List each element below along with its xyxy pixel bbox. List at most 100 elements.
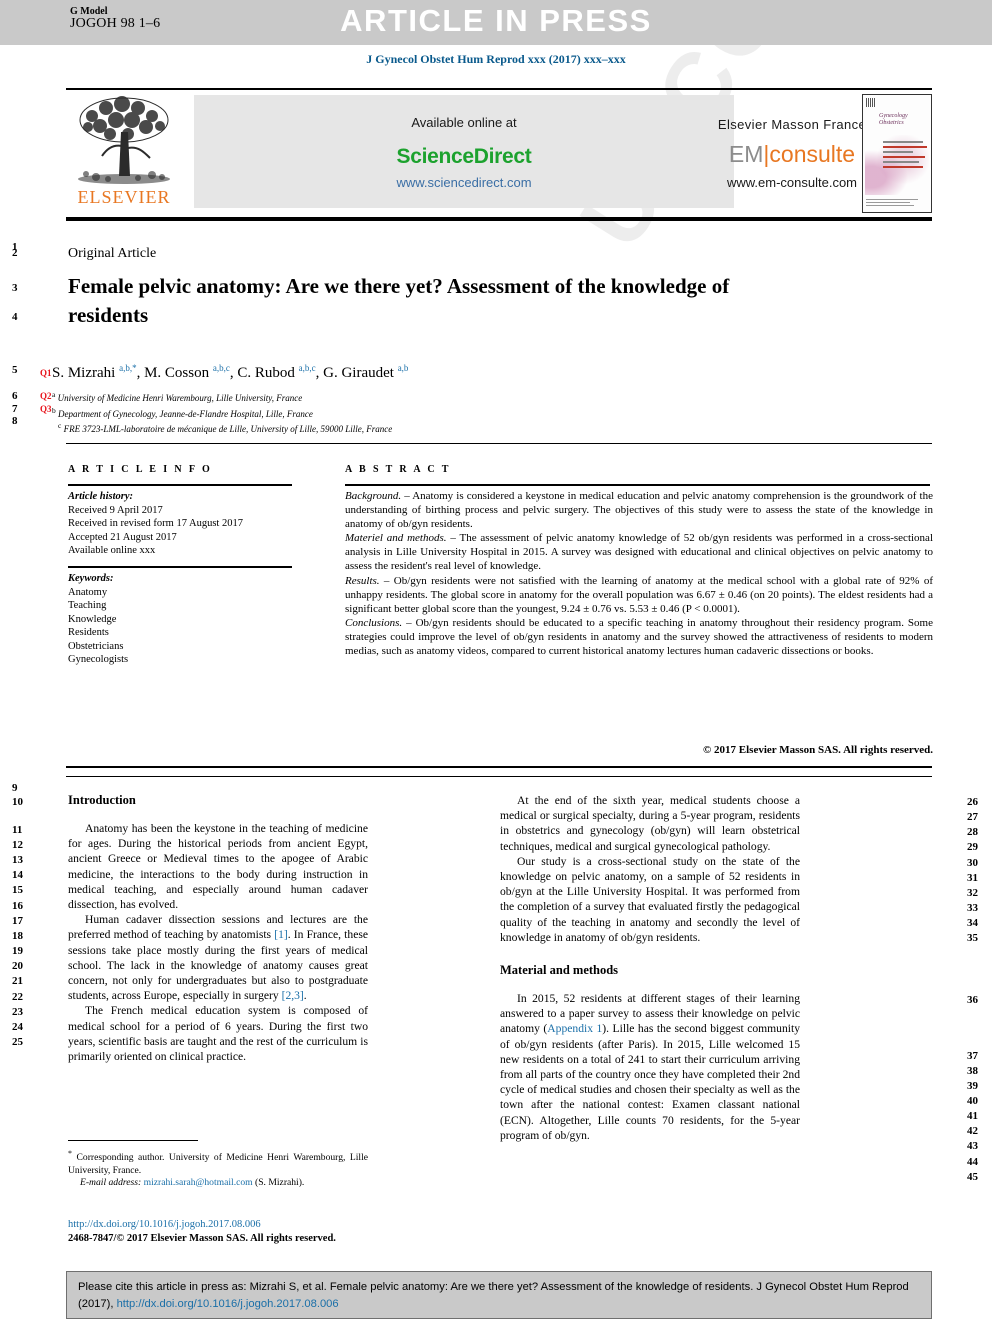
abstract-block-rule-top	[66, 443, 932, 444]
line-number: 27	[967, 811, 978, 823]
footnote-rule	[68, 1140, 198, 1141]
body-column-left: Introduction Anatomy has been the keysto…	[68, 793, 368, 1064]
history-item: Accepted 21 August 2017	[68, 531, 177, 543]
corresponding-marker: *	[68, 1149, 72, 1158]
line-number: 21	[12, 975, 23, 987]
corresponding-author-text: Corresponding author. University of Medi…	[68, 1152, 369, 1176]
keywords-label: Keywords:	[68, 573, 114, 584]
cite-this-article-text: Please cite this article in press as: Mi…	[78, 1279, 918, 1313]
line-number: 35	[967, 932, 978, 944]
keyword-item: Teaching	[68, 600, 107, 611]
paragraph: Our study is a cross-sectional study on …	[500, 854, 800, 944]
line-number: 43	[967, 1140, 978, 1152]
elsevier-wordmark: ELSEVIER	[77, 187, 171, 207]
cover-footer-lines	[866, 199, 926, 208]
history-item: Received in revised form 17 August 2017	[68, 518, 243, 529]
line-number: 28	[967, 826, 978, 838]
abstract-copyright: © 2017 Elsevier Masson SAS. All rights r…	[703, 744, 933, 756]
cite-doi-link[interactable]: http://dx.doi.org/10.1016/j.jogoh.2017.0…	[117, 1298, 339, 1310]
line-number: 45	[967, 1171, 978, 1183]
abstract-body: Background. – Anatomy is considered a ke…	[345, 489, 933, 658]
line-number: 19	[12, 945, 23, 957]
line-number: 9	[12, 782, 18, 794]
affiliation-list: a University of Medicine Henri Warembour…	[52, 389, 812, 436]
doi-block: http://dx.doi.org/10.1016/j.jogoh.2017.0…	[68, 1218, 408, 1246]
line-number: 8	[12, 415, 18, 427]
query-tag-q3[interactable]: Q3	[40, 404, 52, 414]
abstract-label-methods: Materiel and methods.	[345, 532, 447, 545]
article-type-label: Original Article	[68, 246, 157, 261]
keywords-list: Keywords: Anatomy Teaching Knowledge Res…	[68, 572, 308, 667]
corresponding-author-note: * Corresponding author. University of Me…	[68, 1148, 368, 1177]
history-item: Available online xxx	[68, 545, 156, 556]
paragraph: At the end of the sixth year, medical st…	[500, 794, 800, 853]
line-number: 11	[12, 824, 23, 836]
sciencedirect-panel: Available online at ScienceDirect www.sc…	[194, 95, 866, 208]
author-list: S. Mizrahi a,b,*, M. Cosson a,b,c, C. Ru…	[52, 363, 409, 381]
abstract-divider	[345, 484, 930, 486]
abstract-label-conclusions: Conclusions.	[345, 616, 403, 629]
body-column-right: At the end of the sixth year, medical st…	[500, 793, 800, 1143]
affiliation-b: b Department of Gynecology, Jeanne-de-Fl…	[52, 405, 812, 421]
email-note: E-mail address: mizrahi.sarah@hotmail.co…	[68, 1177, 368, 1190]
line-number: 41	[967, 1110, 978, 1122]
affiliation-a: a University of Medicine Henri Warembour…	[52, 389, 812, 405]
masthead-rule-bottom	[66, 217, 932, 221]
keywords-divider	[68, 566, 292, 568]
masthead-rule-top	[66, 88, 932, 90]
line-number: 34	[967, 917, 978, 929]
query-tag-q2[interactable]: Q2	[40, 391, 52, 401]
em-logo-consulte: consulte	[769, 141, 856, 167]
email-owner: (S. Mizrahi).	[255, 1177, 305, 1189]
line-number: 44	[967, 1156, 978, 1168]
abstract-section-conclusions: Conclusions. – Ob/gyn residents should b…	[345, 616, 933, 658]
keyword-item: Residents	[68, 627, 109, 638]
article-history: Article history: Received 9 April 2017 R…	[68, 490, 308, 558]
line-number: 32	[967, 887, 978, 899]
cover-contents-lines	[883, 141, 927, 171]
citation-ref-1[interactable]: [1]	[274, 928, 288, 941]
line-number: 39	[967, 1080, 978, 1092]
line-number: 40	[967, 1095, 978, 1107]
keyword-item: Anatomy	[68, 586, 108, 598]
affiliation-text-c: FRE 3723-LML-laboratoire de mécanique de…	[63, 424, 393, 434]
issn-copyright-line: 2468-7847/© 2017 Elsevier Masson SAS. Al…	[68, 1233, 336, 1244]
line-number: 10	[12, 796, 23, 808]
line-number: 18	[12, 930, 23, 942]
email-link[interactable]: mizrahi.sarah@hotmail.com	[144, 1177, 253, 1188]
email-label: E-mail address:	[80, 1177, 142, 1189]
abstract-label-results: Results.	[345, 574, 380, 587]
paragraph: In 2015, 52 residents at different stage…	[500, 992, 801, 1142]
affiliation-mark-b: b	[52, 405, 56, 415]
appendix-link[interactable]: Appendix 1	[547, 1022, 602, 1035]
keyword-item: Knowledge	[68, 613, 117, 625]
abstract-block-rule-bottom	[66, 766, 932, 768]
affiliation-mark-c: c	[58, 421, 62, 430]
line-number: 4	[12, 311, 18, 323]
doi-link[interactable]: http://dx.doi.org/10.1016/j.jogoh.2017.0…	[68, 1218, 408, 1232]
line-number: 16	[12, 900, 23, 912]
line-number: 7	[12, 403, 18, 415]
article-info-heading: A R T I C L E I N F O	[68, 464, 213, 475]
line-number: 5	[12, 364, 18, 376]
line-number: 17	[12, 915, 23, 927]
cover-journal-title: Gynecology Obstetrics	[879, 113, 908, 126]
query-tag-q1[interactable]: Q1	[40, 368, 52, 378]
line-number: 23	[12, 1006, 23, 1018]
citation-ref-2-3[interactable]: [2,3]	[282, 989, 304, 1002]
affiliation-mark-a: a	[52, 390, 56, 399]
article-in-press-text: ARTICLE IN PRESS	[340, 3, 652, 38]
affiliation-text-a: University of Medicine Henri Warembourg,…	[57, 393, 303, 403]
line-number: 42	[967, 1125, 978, 1137]
abstract-section-methods: Materiel and methods. – The assessment o…	[345, 531, 933, 573]
journal-cover-thumbnail: Gynecology Obstetrics	[862, 94, 932, 213]
line-number: 12	[12, 839, 23, 851]
abstract-section-background: Background. – Anatomy is considered a ke…	[345, 489, 933, 531]
keyword-item: Gynecologists	[68, 654, 129, 665]
line-number: 2	[12, 247, 18, 259]
line-number: 37	[967, 1050, 978, 1062]
abstract-text-results: – Ob/gyn residents were not satisfied wi…	[345, 574, 933, 615]
line-number: 14	[12, 869, 23, 881]
line-number: 25	[12, 1036, 23, 1048]
elsevier-logo: ELSEVIER	[68, 94, 180, 210]
